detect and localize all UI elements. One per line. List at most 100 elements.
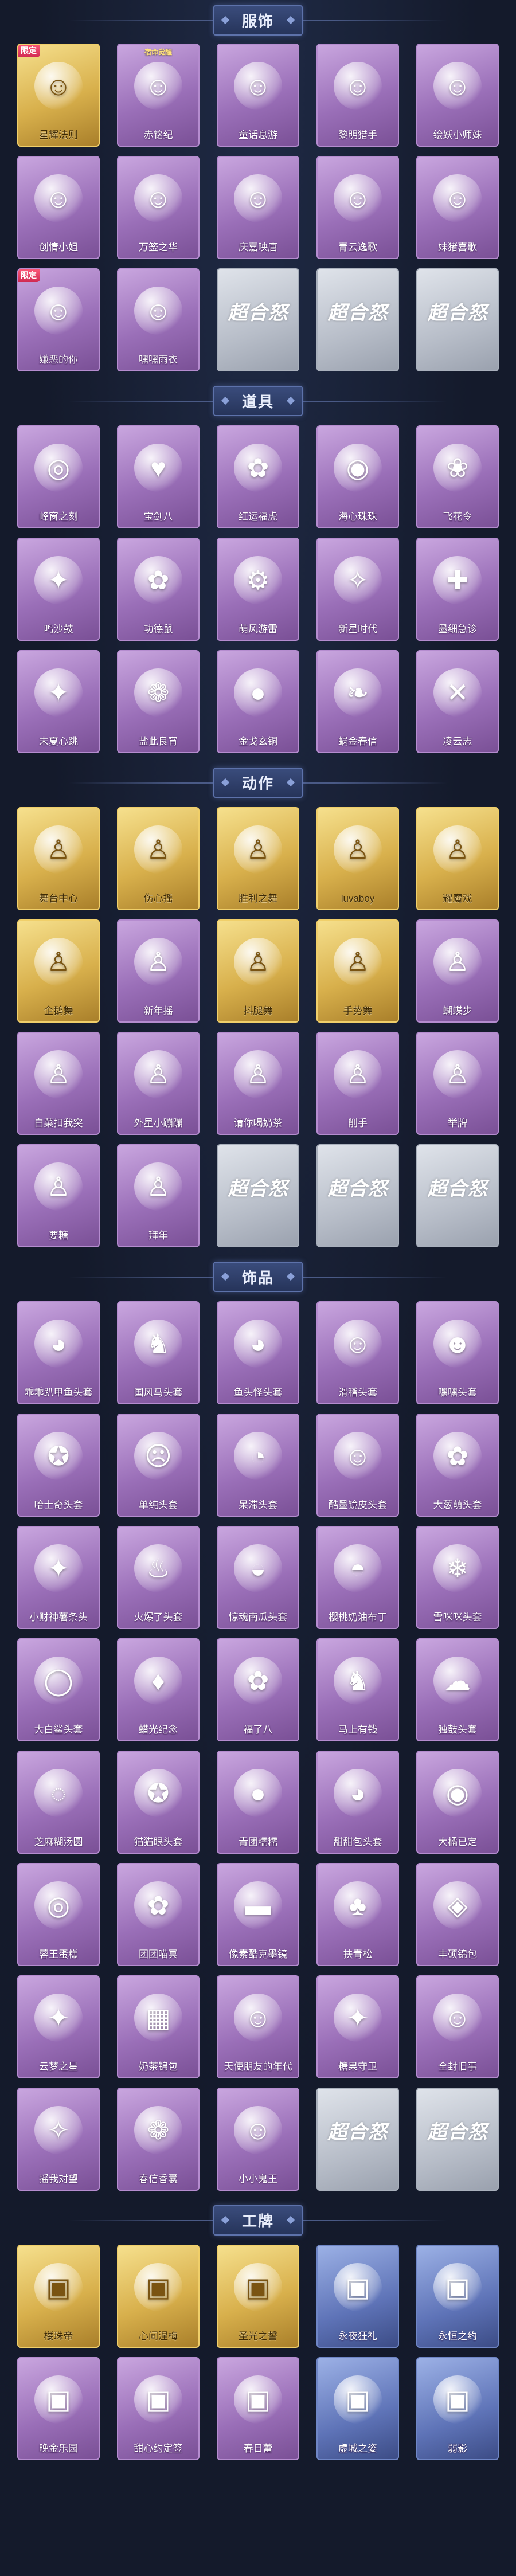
item-card[interactable]: ✦ 鸣沙鼓 (17, 538, 100, 641)
item-card[interactable]: ☺ 宿命觉醒 赤铭纪 (117, 44, 200, 147)
empty-slot-card[interactable]: 超合怒 (217, 268, 299, 371)
item-card[interactable]: ▦ 奶茶锦包 (117, 1975, 200, 2078)
empty-slot-card[interactable]: 超合怒 (217, 1144, 299, 1247)
item-card[interactable]: ☺ 青云逸歌 (316, 156, 399, 259)
item-card[interactable]: ◓ 樱桃奶油布丁 (316, 1526, 399, 1629)
item-card[interactable]: ♥ 宝剑八 (117, 425, 200, 528)
item-card[interactable]: ☺ 妹猪喜歌 (416, 156, 499, 259)
item-card[interactable]: ✚ 墨细急诊 (416, 538, 499, 641)
item-card[interactable]: ❄ 雪咪咪头套 (416, 1526, 499, 1629)
item-card[interactable]: ♨ 火爆了头套 (117, 1526, 200, 1629)
item-card[interactable]: ◯ 大白鲨头套 (17, 1638, 100, 1741)
item-card[interactable]: ✪ 猫猫眼头套 (117, 1751, 200, 1854)
item-card[interactable]: ☺ 绘妖小师妹 (416, 44, 499, 147)
item-card[interactable]: ◉ 大橘已定 (416, 1751, 499, 1854)
empty-slot-card[interactable]: 超合怒 (316, 2088, 399, 2191)
item-card[interactable]: ✦ 云梦之星 (17, 1975, 100, 2078)
item-card[interactable]: ❁ 春信香囊 (117, 2088, 200, 2191)
item-card[interactable]: ☺ 限定 嫌恶的你 (17, 268, 100, 371)
item-card[interactable]: ◕ 甜甜包头套 (316, 1751, 399, 1854)
item-card[interactable]: ♙ 举牌 (416, 1032, 499, 1135)
item-card[interactable]: ☺ 全封旧事 (416, 1975, 499, 2078)
item-card[interactable]: ▬ 像素酷克墨镜 (217, 1863, 299, 1966)
item-card[interactable]: ▣ 心间涅梅 (117, 2245, 200, 2348)
item-card[interactable]: ◒ 惊魂南瓜头套 (217, 1526, 299, 1629)
item-card[interactable]: ☁ 独鼓头套 (416, 1638, 499, 1741)
item-card[interactable]: ✦ 末夏心跳 (17, 650, 100, 753)
item-card[interactable]: ☺ 嘿嘿雨衣 (117, 268, 200, 371)
item-card[interactable]: ✦ 小财神薯条头 (17, 1526, 100, 1629)
item-card[interactable]: ☺ 滑稽头套 (316, 1301, 399, 1404)
item-card[interactable]: ♙ 手势舞 (316, 919, 399, 1023)
item-card[interactable]: ◔ 呆滞头套 (217, 1414, 299, 1517)
item-card[interactable]: ☺ 限定 星辉法则 (17, 44, 100, 147)
item-card[interactable]: ▣ 虚城之姿 (316, 2357, 399, 2460)
item-card[interactable]: ☺ 创情小姐 (17, 156, 100, 259)
item-card[interactable]: ♞ 马上有钱 (316, 1638, 399, 1741)
item-card[interactable]: ❁ 盐此良宵 (117, 650, 200, 753)
item-card[interactable]: ▣ 楼珠帝 (17, 2245, 100, 2348)
item-card[interactable]: ✧ 摇我对望 (17, 2088, 100, 2191)
item-card[interactable]: ◈ 丰硕锦包 (416, 1863, 499, 1966)
empty-slot-card[interactable]: 超合怒 (416, 2088, 499, 2191)
item-card[interactable]: ▣ 晚金乐园 (17, 2357, 100, 2460)
item-card[interactable]: ▣ 永恒之约 (416, 2245, 499, 2348)
item-card[interactable]: ▣ 弱影 (416, 2357, 499, 2460)
item-card[interactable]: ✪ 哈士奇头套 (17, 1414, 100, 1517)
item-card[interactable]: ♙ 外星小蹦蹦 (117, 1032, 200, 1135)
item-card[interactable]: ❧ 蜗金春信 (316, 650, 399, 753)
item-card[interactable]: ✧ 新星时代 (316, 538, 399, 641)
item-card[interactable]: ▣ 甜心约定签 (117, 2357, 200, 2460)
item-card[interactable]: ♙ 蝴蝶步 (416, 919, 499, 1023)
item-card[interactable]: ☺ 万签之华 (117, 156, 200, 259)
item-card[interactable]: ♙ 白菜扣我突 (17, 1032, 100, 1135)
item-card[interactable]: ▣ 圣光之誓 (217, 2245, 299, 2348)
item-card[interactable]: ♙ 要糖 (17, 1144, 100, 1247)
item-card[interactable]: ♙ 拜年 (117, 1144, 200, 1247)
item-card[interactable]: ☹ 单纯头套 (117, 1414, 200, 1517)
item-card[interactable]: ● 青团糯糯 (217, 1751, 299, 1854)
item-card[interactable]: ♙ 抖腿舞 (217, 919, 299, 1023)
empty-slot-card[interactable]: 超合怒 (416, 1144, 499, 1247)
item-card[interactable]: ☺ 酷墨镜皮头套 (316, 1414, 399, 1517)
item-card[interactable]: ✿ 功德鼠 (117, 538, 200, 641)
empty-slot-card[interactable]: 超合怒 (416, 268, 499, 371)
item-card[interactable]: ♙ 请你喝奶茶 (217, 1032, 299, 1135)
item-card[interactable]: ♙ 伤心摇 (117, 807, 200, 910)
item-card[interactable]: ◕ 乖乖趴甲鱼头套 (17, 1301, 100, 1404)
empty-slot-card[interactable]: 超合怒 (316, 1144, 399, 1247)
item-card[interactable]: ◌ 芝麻糊汤圆 (17, 1751, 100, 1854)
item-card[interactable]: ♙ 胜利之舞 (217, 807, 299, 910)
item-card[interactable]: ☺ 小小鬼王 (217, 2088, 299, 2191)
item-card[interactable]: ☺ 天使朋友的年代 (217, 1975, 299, 2078)
item-card[interactable]: ☺ 庆嘉映唐 (217, 156, 299, 259)
item-card[interactable]: ☺ 黎明猎手 (316, 44, 399, 147)
item-card[interactable]: ● 金戈玄铜 (217, 650, 299, 753)
item-card[interactable]: ▣ 永夜狂礼 (316, 2245, 399, 2348)
item-card[interactable]: ♙ 削手 (316, 1032, 399, 1135)
item-card[interactable]: ⚙ 萌风游雷 (217, 538, 299, 641)
item-card[interactable]: ♞ 国风马头套 (117, 1301, 200, 1404)
item-card[interactable]: ♦ 蜡光纪念 (117, 1638, 200, 1741)
item-card[interactable]: ✦ 糖果守卫 (316, 1975, 399, 2078)
item-card[interactable]: ✿ 福了八 (217, 1638, 299, 1741)
item-card[interactable]: ✿ 红运福虎 (217, 425, 299, 528)
item-card[interactable]: ♙ 耀魔戏 (416, 807, 499, 910)
item-card[interactable]: ◎ 峰窗之刻 (17, 425, 100, 528)
item-card[interactable]: ✿ 团团喵冥 (117, 1863, 200, 1966)
item-card[interactable]: ✕ 凌云志 (416, 650, 499, 753)
item-card[interactable]: ♙ 企鹅舞 (17, 919, 100, 1023)
item-card[interactable]: ❀ 飞花令 (416, 425, 499, 528)
item-card[interactable]: ◕ 鱼头怪头套 (217, 1301, 299, 1404)
item-card[interactable]: ◉ 海心珠珠 (316, 425, 399, 528)
item-card[interactable]: ✿ 大葱萌头套 (416, 1414, 499, 1517)
empty-slot-card[interactable]: 超合怒 (316, 268, 399, 371)
item-card[interactable]: ☺ 童话息游 (217, 44, 299, 147)
item-card[interactable]: ♙ 新年摇 (117, 919, 200, 1023)
item-card[interactable]: ♣ 扶青松 (316, 1863, 399, 1966)
item-card[interactable]: ◎ 蓉王蛋糕 (17, 1863, 100, 1966)
item-card[interactable]: ▣ 春日蕾 (217, 2357, 299, 2460)
item-card[interactable]: ☻ 嘿嘿头套 (416, 1301, 499, 1404)
item-card[interactable]: ♙ luvaboy (316, 807, 399, 910)
item-card[interactable]: ♙ 舞台中心 (17, 807, 100, 910)
